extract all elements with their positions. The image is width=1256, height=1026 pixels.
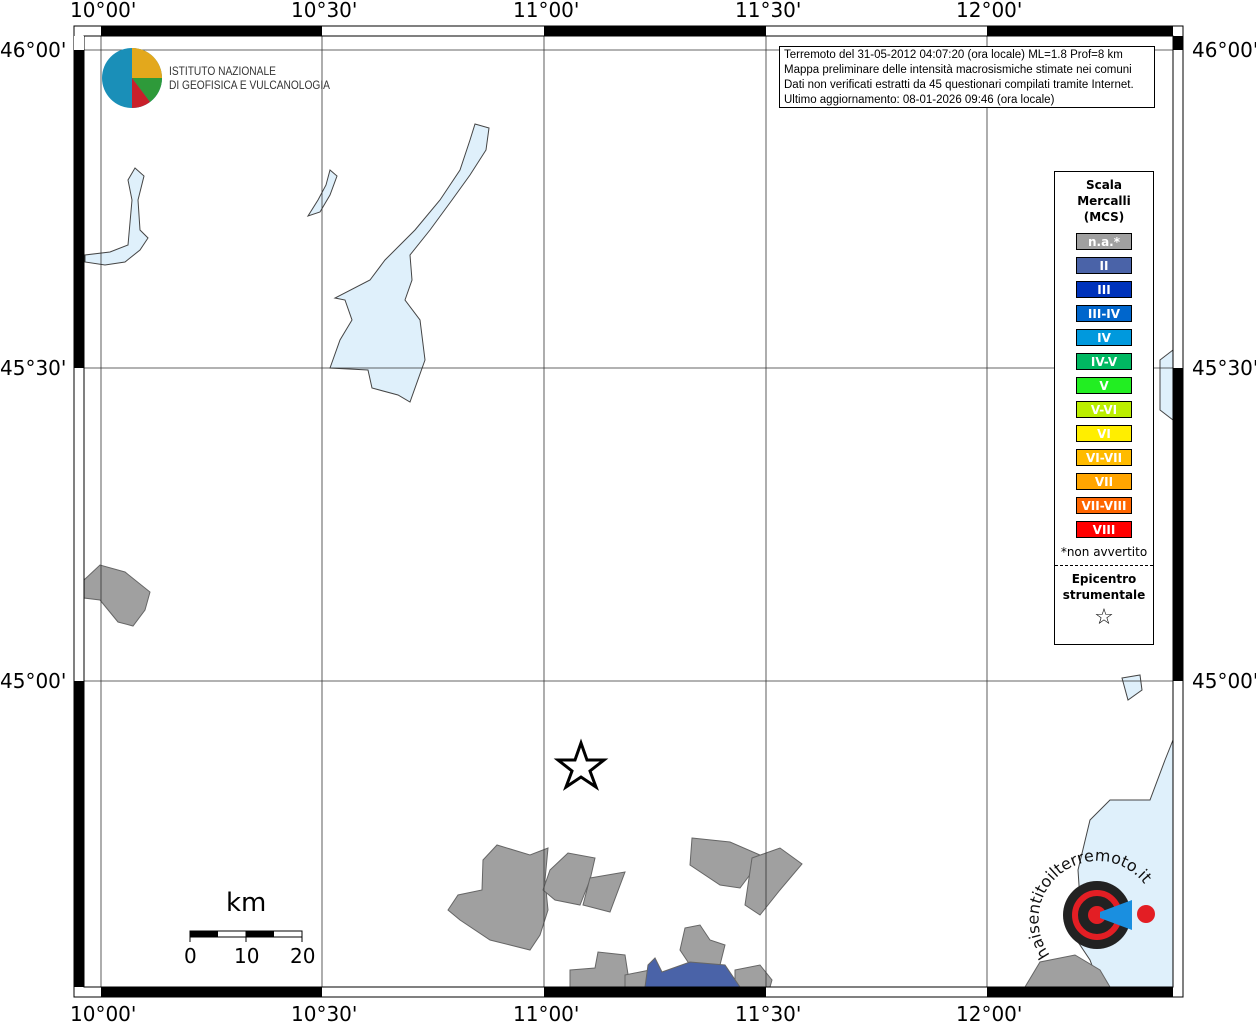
comune-na (734, 964, 773, 988)
legend-swatch-vii: VII (1076, 473, 1132, 490)
lat-label-left: 46°00' (0, 38, 67, 62)
lat-label-left: 45°30' (0, 356, 67, 380)
lon-label-bottom: 10°00' (70, 1002, 137, 1026)
scale-tick: 10 (234, 944, 260, 968)
legend-swatch-iii-iv: III-IV (1076, 305, 1132, 322)
epicenter-label-line: Epicentro (1071, 572, 1137, 586)
lon-label-bottom: 10°30' (291, 1002, 358, 1026)
legend-swatch-vi: VI (1076, 425, 1132, 442)
ingv-logo-text: ISTITUTO NAZIONALE DI GEOFISICA E VULCANO… (169, 64, 330, 92)
ingv-logo (102, 48, 162, 108)
info-line: Ultimo aggiornamento: 08-01-2026 09:46 (… (784, 94, 1055, 106)
legend-swatch-na: n.a.* (1076, 233, 1132, 250)
legend-title: Scala Mercalli (MCS) (1055, 177, 1153, 225)
info-line: Terremoto del 31-05-2012 04:07:20 (ora l… (784, 49, 1123, 61)
scale-tick: 20 (290, 944, 316, 968)
legend-swatches: n.a.* II III III-IV IV IV-V V V-VI VI VI-VII VII VI… (1055, 233, 1153, 538)
logo-line: ISTITUTO NAZIONALE (169, 64, 276, 78)
lon-label-top: 11°00' (513, 0, 580, 22)
epicenter-label: Epicentro strumentale (1055, 571, 1153, 603)
legend-swatch-viii: VIII (1076, 521, 1132, 538)
venice-lagoon (1159, 348, 1174, 422)
comune-na (744, 847, 803, 916)
lat-label-right: 46°00' (1192, 38, 1256, 62)
info-line: Dati non verificati estratti da 45 quest… (784, 79, 1134, 91)
lake-idro (306, 169, 338, 217)
comune-na (679, 924, 726, 966)
lake-iseo (84, 167, 149, 266)
coast-islet (1121, 674, 1143, 701)
lat-label-left: 45°00' (0, 669, 67, 693)
legend-swatch-v: V (1076, 377, 1132, 394)
legend-swatch-iv-v: IV-V (1076, 353, 1132, 370)
info-line: Mappa preliminare delle intensità macros… (784, 64, 1132, 76)
lon-label-bottom: 11°00' (513, 1002, 580, 1026)
lon-label-top: 10°00' (70, 0, 137, 22)
legend-swatch-v-vi: V-VI (1076, 401, 1132, 418)
scale-unit: km (226, 888, 267, 918)
scale-bar (189, 930, 303, 942)
comune-na (447, 844, 549, 951)
lon-label-bottom: 11°30' (735, 1002, 802, 1026)
lon-label-bottom: 12°00' (956, 1002, 1023, 1026)
legend-swatch-vi-vii: VI-VII (1076, 449, 1132, 466)
legend-note: *non avvertito (1055, 545, 1153, 566)
lon-label-top: 12°00' (956, 0, 1023, 22)
lon-label-top: 10°30' (291, 0, 358, 22)
event-info-box: Terremoto del 31-05-2012 04:07:20 (ora l… (779, 46, 1155, 108)
scale-tick: 0 (184, 944, 197, 968)
legend: Scala Mercalli (MCS) n.a.* II III III-IV IV I… (1054, 171, 1154, 645)
logo-line: DI GEOFISICA E VULCANOLOGIA (169, 78, 330, 92)
lon-label-top: 11°30' (735, 0, 802, 22)
legend-swatch-iv: IV (1076, 329, 1132, 346)
legend-star-icon: ☆ (1094, 605, 1114, 630)
lat-label-right: 45°00' (1192, 669, 1256, 693)
legend-swatch-iii: III (1076, 281, 1132, 298)
epicenter-star-icon (553, 738, 609, 791)
comune-na (83, 564, 151, 627)
legend-title-line: Scala (1085, 178, 1123, 192)
comune-na (569, 951, 631, 988)
legend-title-line: (MCS) (1083, 210, 1125, 224)
lake-garda (329, 123, 490, 403)
lat-label-right: 45°30' (1192, 356, 1256, 380)
legend-title-line: Mercalli (1077, 194, 1131, 208)
legend-swatch-ii: II (1076, 257, 1132, 274)
legend-swatch-vii-viii: VII-VIII (1076, 497, 1132, 514)
epicenter-label-line: strumentale (1062, 588, 1146, 602)
comune-intensity-II (644, 957, 741, 988)
